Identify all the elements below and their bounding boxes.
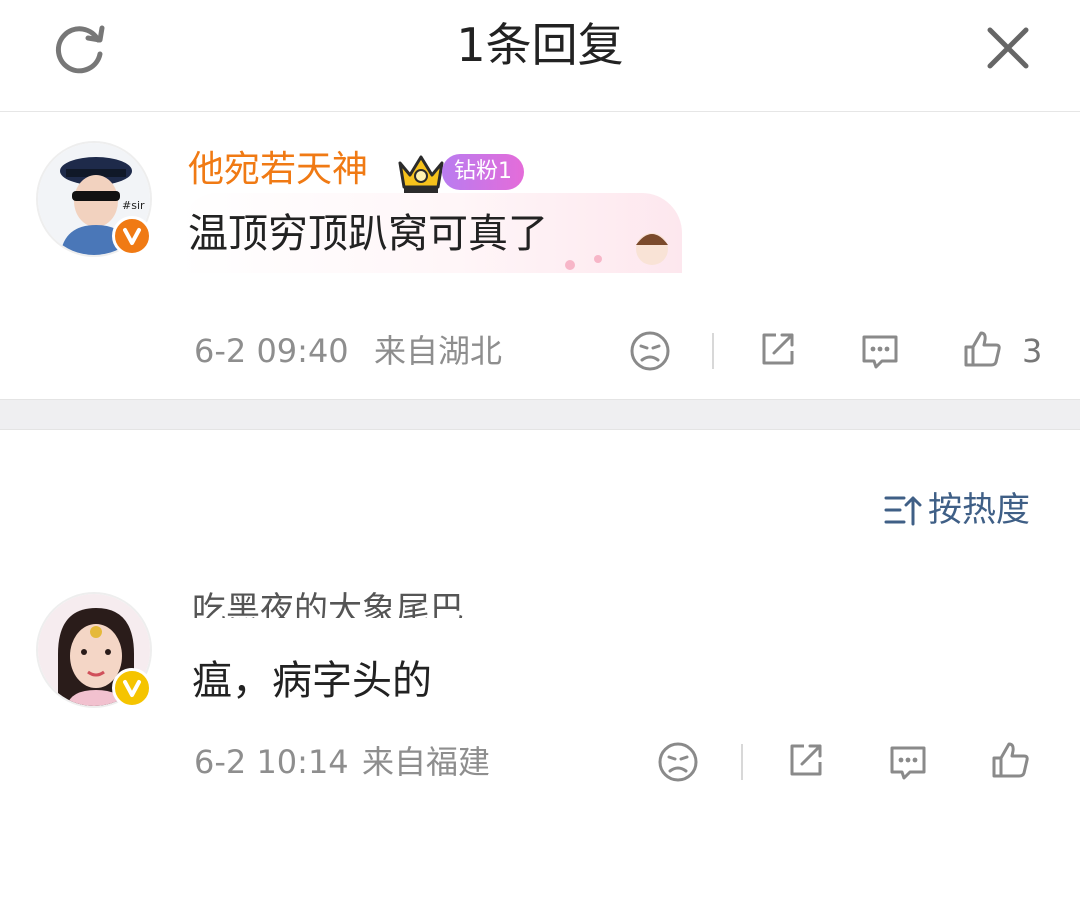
verified-badge-icon [112, 216, 152, 256]
fan-badge: 钻粉1 [442, 154, 524, 190]
share-icon[interactable] [756, 327, 800, 371]
like-icon[interactable] [988, 738, 1032, 782]
reply-item: 吃黑夜的大象尾巴 瘟，病字头的 6-2 10:14 来自福建 [0, 580, 1080, 810]
username[interactable]: 他宛若天神 [188, 147, 368, 193]
comment-icon[interactable] [886, 740, 930, 784]
reply-text: 瘟，病字头的 [192, 658, 432, 704]
comment-time: 6-2 09:40 [194, 332, 349, 370]
dislike-face-icon[interactable] [656, 740, 700, 784]
comment-location: 来自湖北 [374, 332, 503, 370]
sort-label: 按热度 [928, 490, 1030, 530]
reply-username[interactable]: 吃黑夜的大象尾巴 [192, 590, 464, 618]
divider [741, 744, 743, 780]
main-comment: #sir 他宛若天神 钻粉1 温顶穷顶趴窝可真了 6-2 09:40 来自湖北 [0, 113, 1080, 399]
verified-badge-icon [112, 668, 152, 708]
like-icon[interactable] [960, 327, 1004, 371]
crown-icon [398, 155, 444, 193]
section-separator [0, 399, 1080, 430]
dislike-face-icon[interactable] [628, 329, 672, 373]
like-count: 3 [1022, 332, 1043, 370]
top-bar: 1条回复 [0, 0, 1080, 112]
comment-text: 温顶穷顶趴窝可真了 [188, 211, 548, 257]
sort-icon [884, 496, 922, 526]
page-title: 1条回复 [456, 18, 624, 72]
reply-time: 6-2 10:14 [194, 743, 349, 781]
comment-icon[interactable] [858, 329, 902, 373]
divider [712, 333, 714, 369]
close-icon[interactable] [980, 20, 1036, 76]
share-icon[interactable] [784, 738, 828, 782]
svg-text:#sir: #sir [122, 199, 145, 212]
reply-location: 来自福建 [362, 743, 491, 781]
